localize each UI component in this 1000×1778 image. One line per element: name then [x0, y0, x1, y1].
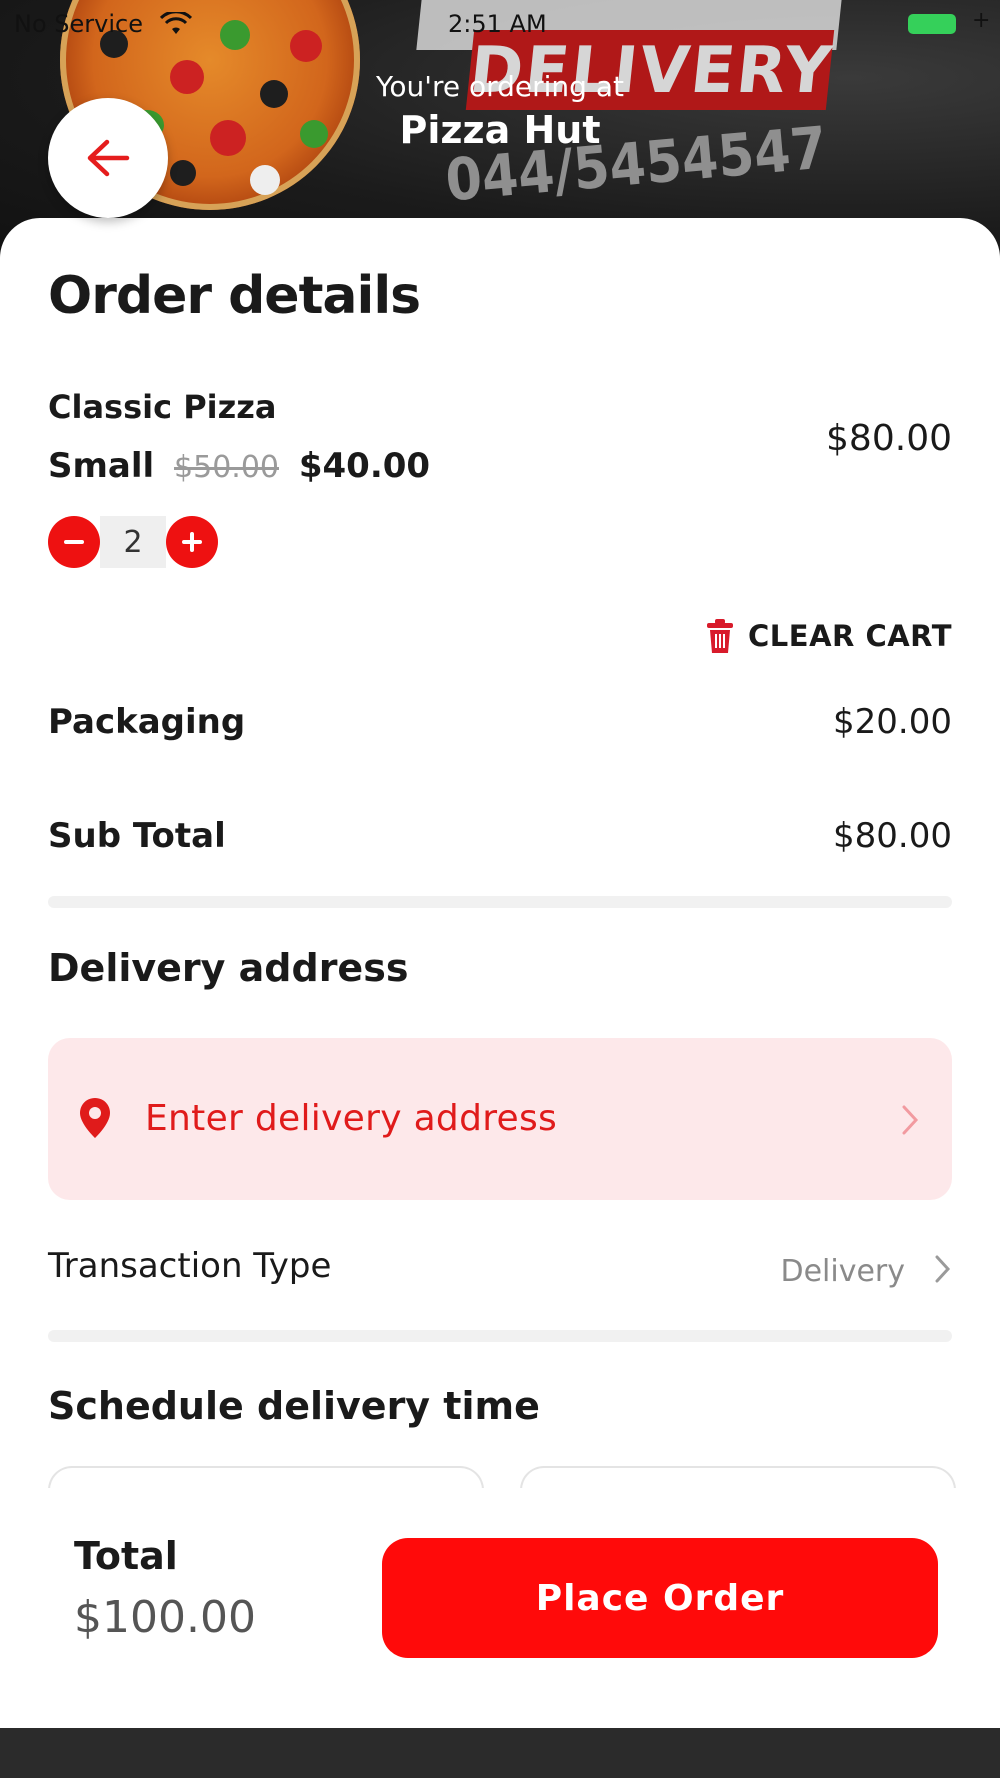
- plus-icon: [182, 532, 202, 552]
- arrow-left-icon: [87, 139, 130, 177]
- delivery-address-title: Delivery address: [48, 946, 409, 990]
- wifi-icon: [160, 12, 192, 34]
- charging-icon: +: [972, 8, 991, 33]
- back-button[interactable]: [48, 98, 168, 218]
- transaction-type-label: Transaction Type: [48, 1246, 332, 1286]
- transaction-type-value: Delivery: [780, 1254, 905, 1289]
- clear-cart-button[interactable]: CLEAR CART: [706, 618, 952, 654]
- item-size: Small: [48, 446, 155, 486]
- ordering-at-label: You're ordering at: [376, 70, 624, 103]
- total-label: Total: [74, 1534, 178, 1578]
- divider: [48, 1330, 952, 1342]
- item-old-price: $50.00: [174, 450, 279, 485]
- minus-icon: [64, 540, 84, 544]
- carrier-label: No Service: [14, 10, 143, 38]
- item-price: $40.00: [298, 446, 431, 486]
- item-size-price: Small $50.00 $40.00: [48, 446, 430, 486]
- schedule-delivery-title: Schedule delivery time: [48, 1384, 540, 1428]
- packaging-value: $20.00: [833, 702, 952, 742]
- chevron-right-icon: [902, 1105, 919, 1135]
- chevron-right-icon: [935, 1255, 951, 1283]
- transaction-type-selector[interactable]: Delivery: [720, 1242, 960, 1298]
- total-value: $100.00: [74, 1592, 256, 1643]
- quantity-value: 2: [100, 516, 166, 568]
- delivery-address-placeholder: Enter delivery address: [145, 1098, 558, 1139]
- increase-quantity-button[interactable]: [166, 516, 218, 568]
- subtotal-value: $80.00: [833, 816, 952, 856]
- clear-cart-label: CLEAR CART: [748, 619, 952, 653]
- battery-icon: [908, 14, 956, 34]
- delivery-address-field[interactable]: Enter delivery address: [48, 1038, 952, 1200]
- status-bar: No Service 2:51 AM +: [0, 0, 1000, 50]
- place-order-button[interactable]: Place Order: [382, 1538, 938, 1658]
- quantity-stepper: 2: [48, 516, 218, 568]
- clock: 2:51 AM: [448, 10, 547, 38]
- subtotal-label: Sub Total: [48, 816, 226, 856]
- packaging-label: Packaging: [48, 702, 246, 742]
- item-line-total: $80.00: [826, 418, 952, 459]
- system-nav-bar: [0, 1728, 1000, 1778]
- checkout-footer: Total $100.00 Place Order: [0, 1488, 1000, 1728]
- decrease-quantity-button[interactable]: [48, 516, 100, 568]
- divider: [48, 896, 952, 908]
- trash-icon: [707, 619, 734, 653]
- item-name: Classic Pizza: [48, 388, 277, 426]
- page-title: Order details: [48, 266, 421, 326]
- location-pin-icon: [80, 1098, 110, 1138]
